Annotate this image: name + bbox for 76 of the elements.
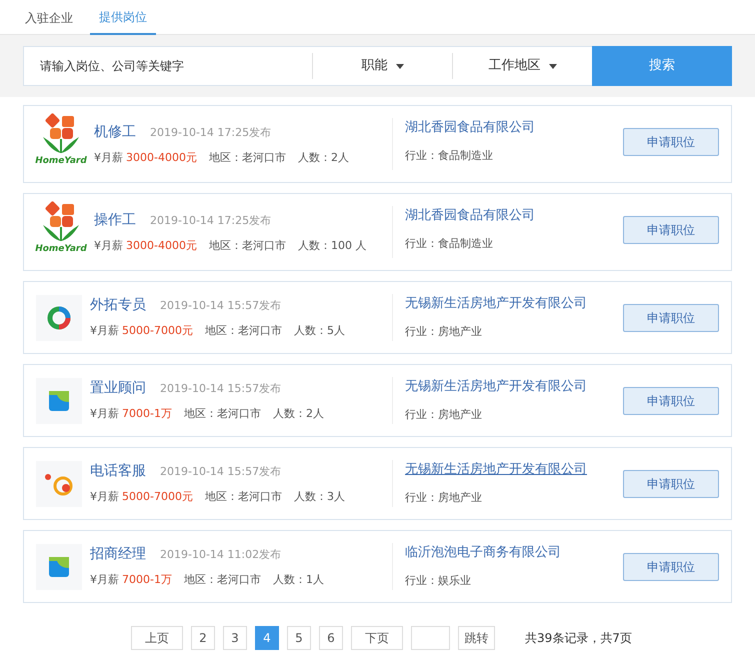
salary: 7000-1万 xyxy=(122,572,172,588)
salary: 5000-7000元 xyxy=(122,323,193,339)
headcount: 人数：5人 xyxy=(294,323,345,339)
region: 地区：老河口市 xyxy=(208,238,286,254)
headcount: 人数：1人 xyxy=(272,572,324,588)
industry: 行业：房地产业 xyxy=(405,406,483,422)
industry: 行业：食品制造业 xyxy=(405,148,494,164)
page-button[interactable]: 5 xyxy=(287,626,311,650)
salary-label: ¥月薪 xyxy=(90,323,119,339)
job-title-link[interactable]: 招商经理 xyxy=(90,544,146,565)
industry: 行业：娱乐业 xyxy=(405,572,472,588)
industry: 行业：房地产业 xyxy=(405,324,483,340)
ring-logo-icon xyxy=(47,306,71,330)
salary-label: ¥月薪 xyxy=(94,238,123,254)
posted-date: 2019-10-14 15:57发布 xyxy=(160,298,282,314)
square-logo-icon xyxy=(48,556,70,578)
headcount: 人数：2人 xyxy=(272,406,324,422)
company-link[interactable]: 无锡新生活房地产开发有限公司 xyxy=(405,294,623,314)
job-title-link[interactable]: 电话客服 xyxy=(90,461,146,482)
next-page-button[interactable]: 下页 xyxy=(351,626,403,650)
salary-label: ¥月薪 xyxy=(90,406,119,422)
search-field[interactable]: 请输入岗位、公司等关键字 xyxy=(23,46,312,86)
posted-date: 2019-10-14 15:57发布 xyxy=(160,464,282,480)
jump-button[interactable]: 跳转 xyxy=(458,626,495,650)
filter-dropdown[interactable]: 工作地区 xyxy=(453,46,592,86)
job-title-link[interactable]: 机修工 xyxy=(94,122,136,142)
tab[interactable]: 入驻企业 xyxy=(16,0,82,35)
page-button[interactable]: 2 xyxy=(191,626,215,650)
apply-button[interactable]: 申请职位 xyxy=(623,387,719,415)
apply-button[interactable]: 申请职位 xyxy=(623,553,719,581)
company-link[interactable]: 湖北香园食品有限公司 xyxy=(405,206,623,226)
logo-text: HomeYard xyxy=(35,157,87,166)
industry: 行业：房地产业 xyxy=(405,490,483,506)
company-link[interactable]: 无锡新生活房地产开发有限公司 xyxy=(405,460,623,480)
salary-label: ¥月薪 xyxy=(90,489,119,505)
region: 地区：老河口市 xyxy=(204,489,282,505)
posted-date: 2019-10-14 11:02发布 xyxy=(160,547,282,563)
salary: 3000-4000元 xyxy=(126,150,197,166)
page-button[interactable]: 6 xyxy=(319,626,343,650)
page-input[interactable] xyxy=(411,626,450,650)
caret-icon xyxy=(548,64,556,68)
industry: 行业：食品制造业 xyxy=(405,236,494,252)
apply-button[interactable]: 申请职位 xyxy=(623,128,719,156)
region: 地区：老河口市 xyxy=(204,323,282,339)
posted-date: 2019-10-14 15:57发布 xyxy=(160,381,282,397)
salary: 7000-1万 xyxy=(122,406,172,422)
headcount: 人数：3人 xyxy=(294,489,345,505)
filter-dropdown[interactable]: 职能 xyxy=(313,46,452,86)
search-button[interactable]: 搜索 xyxy=(592,46,732,86)
logo-text: HomeYard xyxy=(35,245,87,254)
apply-button[interactable]: 申请职位 xyxy=(623,304,719,332)
prev-page-button[interactable]: 上页 xyxy=(131,626,183,650)
company-link[interactable]: 临沂泡泡电子商务有限公司 xyxy=(405,543,623,562)
salary: 5000-7000元 xyxy=(122,489,193,505)
page-button[interactable]: 4 xyxy=(255,626,279,650)
region: 地区：老河口市 xyxy=(184,572,261,588)
company-link[interactable]: 无锡新生活房地产开发有限公司 xyxy=(405,377,623,396)
job-title-link[interactable]: 外拓专员 xyxy=(90,295,146,316)
job-title-link[interactable]: 操作工 xyxy=(94,210,136,230)
headcount: 人数：2人 xyxy=(298,150,349,166)
region: 地区：老河口市 xyxy=(184,406,261,422)
salary-label: ¥月薪 xyxy=(90,572,119,588)
apply-button[interactable]: 申请职位 xyxy=(623,216,719,244)
square-logo-icon xyxy=(48,390,70,412)
job-title-link[interactable]: 置业顾问 xyxy=(90,378,146,399)
posted-date: 2019-10-14 17:25发布 xyxy=(150,212,272,228)
apply-button[interactable]: 申请职位 xyxy=(623,470,719,498)
record-summary: 共39条记录，共7页 xyxy=(525,630,632,647)
headcount: 人数：100 人 xyxy=(298,238,366,254)
salary-label: ¥月薪 xyxy=(94,150,123,166)
region: 地区：老河口市 xyxy=(208,150,286,166)
company-link[interactable]: 湖北香园食品有限公司 xyxy=(405,118,623,138)
posted-date: 2019-10-14 17:25发布 xyxy=(150,124,272,140)
salary: 3000-4000元 xyxy=(126,238,197,254)
page-button[interactable]: 3 xyxy=(223,626,247,650)
caret-icon xyxy=(396,64,404,68)
